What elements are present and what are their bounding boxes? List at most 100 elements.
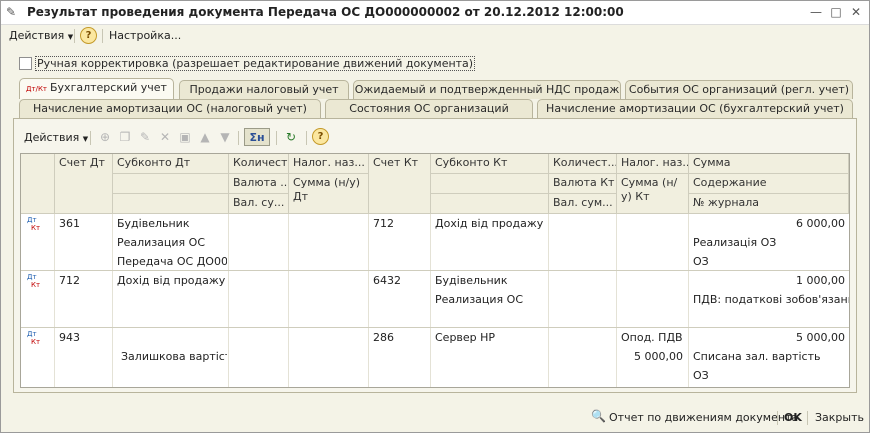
report-icon: 🔍: [591, 409, 606, 423]
cell-account-dt[interactable]: 712: [55, 274, 111, 288]
header-subconto-kt[interactable]: Субконто Кт: [431, 154, 549, 174]
manual-correction-label[interactable]: Ручная корректировка (разрешает редактир…: [35, 56, 476, 71]
maximize-button[interactable]: □: [827, 4, 845, 20]
cell-subconto-kt-1[interactable]: Будівельник: [431, 274, 547, 288]
grid-actions-menu[interactable]: Действия ▼: [24, 130, 88, 147]
tab-sales-tax[interactable]: Продажи налоговый учет: [179, 80, 349, 99]
header-quantity-dt[interactable]: Количест...: [229, 154, 289, 174]
cell-sum[interactable]: 5 000,00: [689, 331, 849, 345]
grid-line: [228, 214, 229, 387]
header-tax-sum-dt[interactable]: Сумма (н/у) Дт: [289, 174, 369, 214]
cell-tax-sum-kt[interactable]: 5 000,00: [617, 350, 687, 364]
header-tax-purpose-kt[interactable]: Налог. наз...: [617, 154, 689, 174]
posting-icon: Дт Кт: [27, 273, 41, 289]
refresh-icon[interactable]: ↻: [282, 128, 300, 146]
tab-depreciation-accounting[interactable]: Начисление амортизации ОС (бухгалтерский…: [537, 99, 853, 118]
move-down-icon[interactable]: ▼: [216, 128, 234, 146]
add-icon[interactable]: ⊕: [96, 128, 114, 146]
grid-help-button[interactable]: ?: [312, 128, 329, 145]
cell-tax-purpose-dt[interactable]: Залишкова вартіст...: [117, 350, 227, 364]
cell-account-dt[interactable]: 943: [55, 331, 111, 345]
header-subconto-dt-2: [113, 174, 229, 194]
close-window-button[interactable]: ✕: [847, 4, 865, 20]
header-content[interactable]: Содержание: [689, 174, 849, 194]
dropdown-arrow-icon: ▼: [82, 135, 89, 143]
grid-line: [54, 214, 55, 387]
tab-depreciation-tax[interactable]: Начисление амортизации ОС (налоговый уче…: [19, 99, 321, 118]
movements-report-button[interactable]: Отчет по движениям документа: [609, 411, 798, 424]
cell-account-kt[interactable]: 286: [369, 331, 429, 345]
tab-panel: Действия ▼ ⊕ ❐ ✎ ✕ ▣ ▲ ▼ Σн ↻ ? Счет Дт …: [13, 118, 857, 393]
window-title: Результат проведения документа Передача …: [27, 5, 624, 19]
toolbar-separator: [276, 131, 277, 145]
header-icon-col: [21, 154, 55, 214]
cell-subconto-dt-3[interactable]: Передача ОС ДО00...: [113, 255, 227, 269]
dt-kt-icon: Дт/Кт: [26, 85, 47, 93]
dropdown-arrow-icon: ▼: [67, 33, 74, 41]
copy-icon[interactable]: ❐: [116, 128, 134, 146]
move-up-icon[interactable]: ▲: [196, 128, 214, 146]
toolbar-separator: [306, 131, 307, 145]
header-account-dt[interactable]: Счет Дт: [55, 154, 113, 214]
header-subconto-kt-2: [431, 174, 549, 194]
title-bar: ✎ Результат проведения документа Передач…: [1, 1, 869, 25]
tab-vat-expected[interactable]: Ожидаемый и подтвержденный НДС продаж: [353, 80, 621, 99]
cell-subconto-kt-2[interactable]: Реализация ОС: [431, 293, 547, 307]
header-sum[interactable]: Сумма: [689, 154, 849, 174]
edit-icon[interactable]: ✎: [136, 128, 154, 146]
cell-subconto-kt-1[interactable]: Сервер НР: [431, 331, 547, 345]
cell-sum[interactable]: 1 000,00: [689, 274, 849, 288]
document-icon: ✎: [6, 5, 17, 19]
cell-subconto-dt-1[interactable]: Дохід від продажу ...: [113, 274, 227, 288]
cell-content[interactable]: Реализація ОЗ: [689, 236, 849, 250]
header-journal[interactable]: № журнала: [689, 194, 849, 214]
settings-menu[interactable]: Настройка...: [109, 28, 181, 43]
cell-content[interactable]: ПДВ: податкові зобов'язанн...: [689, 293, 849, 307]
grid-line: [548, 214, 549, 387]
cell-subconto-kt-1[interactable]: Дохід від продажу н...: [431, 217, 547, 231]
menu-separator: [102, 29, 103, 43]
tab-accounting[interactable]: Дт/Кт Бухгалтерский учет: [19, 78, 174, 99]
posting-icon: Дт Кт: [27, 216, 41, 232]
cell-sum[interactable]: 6 000,00: [689, 217, 849, 231]
header-account-kt[interactable]: Счет Кт: [369, 154, 431, 214]
header-currency-sum-dt[interactable]: Вал. су...: [229, 194, 289, 214]
menu-separator: [74, 29, 75, 43]
help-button[interactable]: ?: [80, 27, 97, 44]
cell-journal[interactable]: ОЗ: [689, 255, 849, 269]
header-tax-sum-kt[interactable]: Сумма (н/у) Кт: [617, 174, 689, 214]
footer-bar: 🔍 Отчет по движениям документа OK Закрыт…: [1, 406, 869, 430]
grid-toolbar: Действия ▼ ⊕ ❐ ✎ ✕ ▣ ▲ ▼ Σн ↻ ?: [14, 127, 856, 149]
document-window: ✎ Результат проведения документа Передач…: [0, 0, 870, 433]
postings-grid[interactable]: Счет Дт Субконто Дт Количест... Валюта .…: [20, 153, 850, 388]
menu-bar: Действия ▼ ? Настройка...: [1, 25, 869, 47]
cell-tax-purpose-kt[interactable]: Опод. ПДВ: [617, 331, 687, 345]
toolbar-separator: [90, 131, 91, 145]
header-currency-dt[interactable]: Валюта ...: [229, 174, 289, 194]
row-separator: [21, 270, 849, 271]
end-edit-icon[interactable]: ▣: [176, 128, 194, 146]
ok-button[interactable]: OK: [784, 411, 802, 424]
header-subconto-dt[interactable]: Субконто Дт: [113, 154, 229, 174]
cell-subconto-dt-1[interactable]: Будівельник: [113, 217, 227, 231]
header-currency-kt[interactable]: Валюта Кт: [549, 174, 617, 194]
manual-correction-checkbox[interactable]: [19, 57, 32, 70]
actions-menu[interactable]: Действия ▼: [9, 28, 73, 45]
cell-account-kt[interactable]: 6432: [369, 274, 429, 288]
header-quantity-kt[interactable]: Количест...: [549, 154, 617, 174]
header-tax-purpose-dt[interactable]: Налог. наз...: [289, 154, 369, 174]
cell-subconto-dt-2[interactable]: Реализация ОС: [113, 236, 227, 250]
cell-content[interactable]: Списана зал. вартість: [689, 350, 849, 364]
minimize-button[interactable]: —: [807, 4, 825, 20]
footer-separator: [807, 411, 808, 425]
sum-tax-button[interactable]: Σн: [244, 128, 270, 146]
cell-account-kt[interactable]: 712: [369, 217, 429, 231]
cell-journal[interactable]: ОЗ: [689, 369, 849, 383]
delete-icon[interactable]: ✕: [156, 128, 174, 146]
toolbar-separator: [238, 131, 239, 145]
close-button[interactable]: Закрыть: [815, 411, 864, 424]
header-currency-sum-kt[interactable]: Вал. сум...: [549, 194, 617, 214]
tab-fixed-asset-events[interactable]: События ОС организаций (регл. учет): [625, 80, 853, 99]
cell-account-dt[interactable]: 361: [55, 217, 111, 231]
tab-fixed-asset-states[interactable]: Состояния ОС организаций: [325, 99, 533, 118]
